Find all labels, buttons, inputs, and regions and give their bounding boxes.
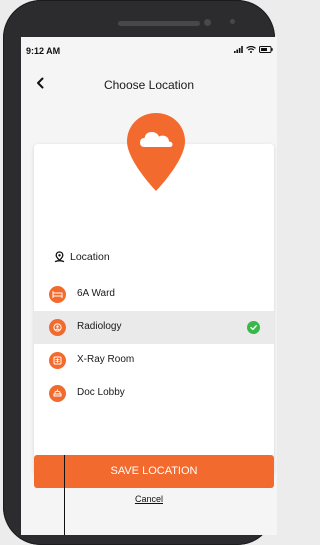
location-list: 6A Ward Radiology X-Ray Room Doc Lobby: [34, 278, 274, 410]
location-item-label: 6A Ward: [77, 288, 115, 299]
location-item-label: Radiology: [77, 321, 122, 332]
check-icon: [247, 321, 260, 334]
location-item-doc-lobby[interactable]: Doc Lobby: [34, 377, 274, 410]
phone-frame: 9:12 AM Choose Location Location 6A Ward…: [3, 0, 277, 545]
location-item-6a-ward[interactable]: 6A Ward: [34, 278, 274, 311]
signal-icon: [234, 46, 243, 53]
phone-speaker: [118, 21, 200, 26]
app-screen: 9:12 AM Choose Location Location 6A Ward…: [21, 37, 277, 535]
page-title: Choose Location: [103, 78, 195, 92]
status-time: 9:12 AM: [26, 46, 61, 56]
location-item-x-ray-room[interactable]: X-Ray Room: [34, 344, 274, 377]
status-icons: [234, 46, 273, 53]
location-section-header: Location: [54, 251, 110, 263]
location-item-label: Doc Lobby: [77, 387, 125, 398]
location-item-radiology[interactable]: Radiology: [34, 311, 274, 344]
xray-icon: [49, 352, 66, 369]
lobby-icon: [49, 385, 66, 402]
screen-header: Choose Location: [21, 69, 277, 99]
scan-icon: [49, 319, 66, 336]
cloud-map-pin-icon: [127, 113, 185, 191]
pointer-cursor-line: [64, 455, 65, 535]
battery-icon: [259, 46, 273, 53]
location-item-label: X-Ray Room: [77, 354, 135, 365]
cancel-link[interactable]: Cancel: [21, 494, 277, 504]
save-location-button[interactable]: SAVE LOCATION: [34, 455, 274, 488]
status-bar: 9:12 AM: [21, 37, 277, 59]
phone-sensor: [230, 19, 235, 24]
wifi-icon: [246, 46, 256, 53]
phone-camera: [204, 19, 211, 26]
person-pin-icon: [54, 251, 65, 263]
bed-icon: [49, 286, 66, 303]
location-section-label: Location: [70, 251, 110, 263]
